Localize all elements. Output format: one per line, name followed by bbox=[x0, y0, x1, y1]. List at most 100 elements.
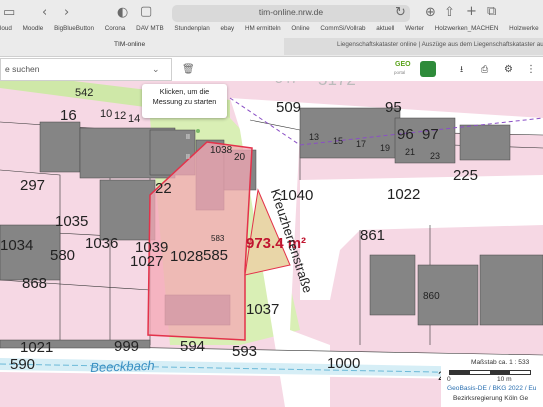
floor-count-label: II bbox=[186, 154, 190, 161]
parcel-number: 860 bbox=[423, 291, 440, 302]
bookmark-item[interactable]: Holzwerken_MACHEN bbox=[435, 25, 499, 32]
url-text: tim-online.nrw.de bbox=[258, 7, 324, 17]
source-credit: GeoBasis-DE / BKG 2022 / Eu bbox=[447, 385, 537, 392]
search-placeholder: e suchen bbox=[5, 64, 40, 74]
share-icon[interactable]: ⇧ bbox=[444, 6, 455, 20]
trash-icon[interactable]: 🗑 bbox=[182, 63, 195, 77]
bookmark-item[interactable]: DAV MTB bbox=[136, 25, 164, 32]
bookmark-item[interactable]: Holzwerke bbox=[509, 25, 538, 32]
parcel-number: 1034 bbox=[0, 237, 34, 254]
parcel-number: 21 bbox=[405, 147, 416, 157]
parcel-number: 1038 bbox=[210, 145, 233, 156]
bookmark-item[interactable]: Corona bbox=[105, 25, 126, 32]
search-field[interactable]: e suchen bbox=[0, 58, 172, 81]
building bbox=[39, 121, 81, 173]
bookmark-item[interactable]: Online bbox=[291, 25, 309, 32]
bookmark-item[interactable]: aktuell bbox=[376, 25, 394, 32]
parcel-number: 580 bbox=[50, 247, 76, 264]
building bbox=[369, 254, 416, 316]
parcel-number: 14 bbox=[128, 113, 141, 125]
bookmark-item[interactable]: ebay bbox=[221, 25, 235, 32]
parcel-number: 868 bbox=[22, 275, 48, 292]
tab-tim-online[interactable]: TIM-online bbox=[0, 38, 283, 55]
settings-icon[interactable]: ⚙ bbox=[504, 63, 513, 77]
parcel-number: 20 bbox=[234, 152, 246, 163]
parcel-number: 1021 bbox=[20, 339, 54, 356]
parcel-number: 97 bbox=[422, 126, 439, 143]
parcel-number: 10 bbox=[100, 108, 113, 120]
browser-toolbar: ▭ ‹ › ◐ ▢ tim-online.nrw.de ↻ ⊕ ⇧ + ⧉ bbox=[0, 0, 543, 26]
parcel-number: 13 bbox=[309, 132, 320, 142]
tab-bar: TIM-online Liegenschaftskataster online … bbox=[0, 38, 543, 55]
more-icon[interactable]: ⋮ bbox=[526, 63, 536, 77]
download-map-icon[interactable]: ⭳ bbox=[460, 63, 463, 77]
parcel-number: 1035 bbox=[55, 213, 89, 230]
scale-bar bbox=[449, 370, 531, 375]
parcel-number: 1036 bbox=[85, 235, 119, 252]
parcel-number: 225 bbox=[453, 167, 479, 184]
parcel-number: 1028 bbox=[170, 248, 204, 265]
parcel-number: 95 bbox=[385, 99, 402, 116]
parcel-number: 593 bbox=[232, 343, 258, 360]
parcel-number: 12 bbox=[114, 110, 127, 122]
sidebar-icon[interactable]: ▭ bbox=[3, 6, 15, 20]
street-name: Beeckbach bbox=[90, 357, 155, 375]
reload-icon[interactable]: ↻ bbox=[395, 6, 406, 20]
parcel-number: 15 bbox=[333, 136, 344, 146]
tab-liegenschaftskataster[interactable]: Liegenschaftskataster online | Auszüge a… bbox=[284, 38, 543, 55]
building bbox=[99, 179, 156, 241]
parcel-number: 16 bbox=[60, 107, 77, 124]
tabs-grid-icon[interactable]: ⧉ bbox=[487, 5, 496, 19]
map-toolbar: e suchen ⌄ 🗑 GEO portal ⭳ ⎙ ⚙ ⋮ bbox=[0, 57, 543, 81]
cadastral-map bbox=[0, 57, 543, 407]
scale-zero: 0 bbox=[447, 376, 451, 383]
bookmark-item[interactable]: CommSi/Vollrab bbox=[320, 25, 365, 32]
parcel-number: 19 bbox=[380, 143, 391, 153]
parcel-number: 17 bbox=[356, 139, 367, 149]
parcel-number: 583 bbox=[211, 234, 225, 243]
privacy-shield-icon[interactable]: ◐ bbox=[117, 6, 128, 20]
bookmarks-bar: loud Moodle BigBlueButton Corona DAV MTB… bbox=[0, 25, 543, 37]
parcel-number: 1000 bbox=[327, 355, 361, 372]
tab-overview-icon[interactable]: ▢ bbox=[140, 5, 152, 19]
geoportal-logo: GEO portal bbox=[393, 61, 415, 77]
tooltip-line: Klicken, um die bbox=[159, 87, 210, 96]
parcel-number: 1027 bbox=[130, 253, 164, 270]
download-icon[interactable]: ⊕ bbox=[425, 6, 436, 20]
bookmark-item[interactable]: BigBlueButton bbox=[54, 25, 94, 32]
measure-tooltip: Klicken, um die Messung zu starten bbox=[142, 84, 227, 118]
new-tab-icon[interactable]: + bbox=[466, 5, 477, 19]
floor-count-label: II bbox=[186, 134, 190, 141]
bookmark-item[interactable]: loud bbox=[0, 25, 12, 32]
parcel-number: 509 bbox=[276, 99, 302, 116]
forward-icon[interactable]: › bbox=[64, 6, 69, 20]
chevron-down-icon[interactable]: ⌄ bbox=[152, 63, 160, 77]
parcel-number: 542 bbox=[75, 87, 94, 99]
building bbox=[459, 124, 511, 161]
tab-label: Liegenschaftskataster online | Auszüge a… bbox=[337, 41, 543, 48]
parcel-number: 590 bbox=[10, 356, 36, 373]
scale-ten: 10 m bbox=[497, 376, 512, 383]
logo-geo-text: GEO bbox=[395, 61, 411, 68]
bookmark-item[interactable]: Moodle bbox=[23, 25, 44, 32]
print-icon[interactable]: ⎙ bbox=[481, 63, 488, 77]
parcel-number: 22 bbox=[155, 180, 172, 197]
parcel-number: 96 bbox=[397, 126, 414, 143]
parcel-number: 297 bbox=[20, 177, 46, 194]
logo-portal-text: portal bbox=[394, 70, 406, 75]
bookmark-item[interactable]: Werter bbox=[405, 25, 424, 32]
parcel-number: 1037 bbox=[246, 301, 280, 318]
parcel-number: 23 bbox=[430, 151, 441, 161]
browser-chrome: ▭ ‹ › ◐ ▢ tim-online.nrw.de ↻ ⊕ ⇧ + ⧉ lo… bbox=[0, 0, 543, 57]
measure-cursor-icon bbox=[196, 129, 200, 133]
bookmark-item[interactable]: HM ermitteln bbox=[245, 25, 281, 32]
scale-box: Maßstab ca. 1 : 533 0 10 m GeoBasis-DE /… bbox=[441, 357, 543, 407]
back-icon[interactable]: ‹ bbox=[42, 6, 47, 20]
bookmark-item[interactable]: Stundenplan bbox=[174, 25, 209, 32]
building bbox=[479, 254, 543, 326]
url-bar[interactable]: tim-online.nrw.de bbox=[172, 5, 410, 22]
parcel-number: 1022 bbox=[387, 186, 421, 203]
parcel-number: 861 bbox=[360, 227, 386, 244]
map-canvas[interactable]: 5475172509959697225131517192123542101214… bbox=[0, 57, 543, 407]
tab-label: TIM-online bbox=[114, 41, 146, 48]
